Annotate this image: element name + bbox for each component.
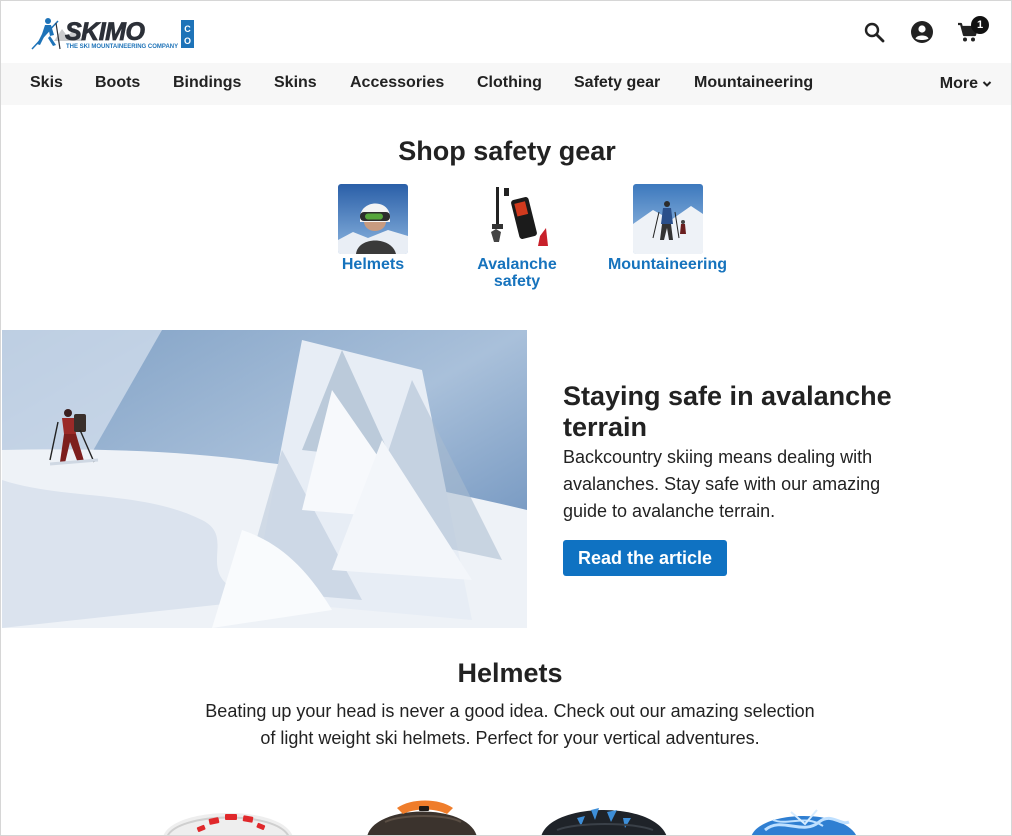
category-helmets-label: Helmets [341,256,405,273]
logo-text: SKIMO [28,53,29,54]
cart-count-badge: 1 [971,16,989,34]
hero-title: Staying safe in avalanche terrain [563,381,892,442]
product-helmet-white[interactable] [163,796,303,835]
category-mountaineering[interactable]: Mountaineering [607,184,728,273]
helmets-section-description: Beating up your head is never a good ide… [205,701,815,748]
nav-item-bindings[interactable]: Bindings [173,74,241,92]
cart-icon[interactable]: 1 [956,16,989,44]
svg-text:THE SKI MOUNTAINEERING COMPANY: THE SKI MOUNTAINEERING COMPANY [66,44,178,50]
product-helmet-blue[interactable] [745,796,885,835]
chevron-down-icon [982,81,992,87]
nav-more-label: More [939,75,978,92]
category-mountaineering-label: Mountaineering [607,256,728,273]
mountaineering-thumbnail [632,184,703,254]
svg-text:O: O [184,36,191,46]
nav-item-safety-gear[interactable]: Safety gear [574,74,660,92]
product-helmet-black[interactable] [537,796,677,835]
site-header: SKIMO C O THE SKI MOUNTAINEERING COMPANY… [1,1,1011,63]
search-icon[interactable] [862,20,886,44]
helmets-thumbnail [338,184,408,254]
category-avalanche-safety[interactable]: Avalanche safety [467,184,567,290]
nav-item-skins[interactable]: Skins [274,74,317,92]
product-helmet-orange[interactable] [361,796,501,835]
helmets-section-title: Helmets [457,658,563,688]
hero-description: Backcountry skiing means dealing with av… [563,447,881,521]
skimo-logo[interactable]: SKIMO C O THE SKI MOUNTAINEERING COMPANY… [28,15,198,53]
avalanche-safety-thumbnail [482,184,552,254]
nav-item-boots[interactable]: Boots [95,74,140,92]
account-icon[interactable] [910,20,934,44]
nav-item-accessories[interactable]: Accessories [350,74,444,92]
svg-text:C: C [184,24,191,34]
category-avalanche-safety-label: Avalanche safety [477,256,557,290]
shop-section-title: Shop safety gear [398,136,616,166]
nav-more-button[interactable]: More [940,75,992,93]
page: SKIMO C O THE SKI MOUNTAINEERING COMPANY… [0,0,1012,836]
nav-item-mountaineering[interactable]: Mountaineering [694,74,813,92]
main-nav: Skis Boots Bindings Skins Accessories Cl… [1,63,1011,105]
svg-text:SKIMO: SKIMO [65,18,146,46]
nav-item-skis[interactable]: Skis [30,74,63,92]
category-helmets[interactable]: Helmets [323,184,423,273]
nav-item-clothing[interactable]: Clothing [477,74,542,92]
read-article-button[interactable]: Read the article [563,540,727,576]
hero-image [2,330,527,628]
